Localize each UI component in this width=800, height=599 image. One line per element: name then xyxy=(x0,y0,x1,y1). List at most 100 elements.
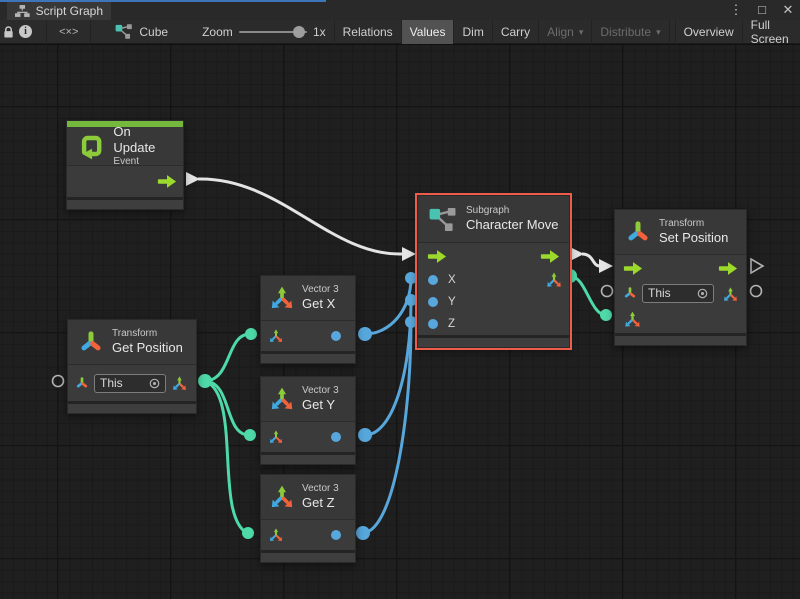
node-footer xyxy=(615,336,746,345)
vector3-output-port[interactable] xyxy=(545,271,563,289)
node-get-z[interactable]: Vector 3 Get Z xyxy=(260,474,356,563)
node-get-y[interactable]: Vector 3 Get Y xyxy=(260,376,356,465)
float-output-port[interactable] xyxy=(331,432,341,442)
node-character-move[interactable]: Subgraph Character Move X Y xyxy=(417,195,570,348)
lock-button[interactable] xyxy=(0,20,17,44)
port-get-x-wire-start[interactable] xyxy=(358,327,372,341)
wire-end xyxy=(600,309,612,321)
lock-icon xyxy=(3,26,14,38)
node-title: Get Position xyxy=(112,340,183,356)
wire-value-get-position-to-get-x[interactable] xyxy=(205,334,250,381)
object-picker-icon[interactable] xyxy=(697,288,708,299)
zoom-label: Zoom xyxy=(202,25,233,39)
node-footer xyxy=(261,455,355,464)
vector3-output-port[interactable] xyxy=(171,375,188,392)
title-bar: Script Graph ⋮ □ ✕ xyxy=(0,0,800,20)
overview-button[interactable]: Overview xyxy=(675,20,743,44)
wire-end xyxy=(245,328,257,340)
node-title: Get Z xyxy=(302,495,339,511)
wire-flow-character-move-to-set-position[interactable] xyxy=(570,247,613,273)
transform-icon xyxy=(78,329,104,355)
port-label: Y xyxy=(448,296,456,308)
vector3-icon xyxy=(269,484,295,510)
wire-value-get-z-to-character-move[interactable] xyxy=(363,322,411,533)
graph-target[interactable]: Cube xyxy=(115,24,168,39)
node-title: On Update xyxy=(113,124,173,157)
script-graph-icon xyxy=(15,5,30,17)
port-label: X xyxy=(448,274,456,286)
flow-output-port[interactable] xyxy=(157,175,177,188)
node-title: Character Move xyxy=(466,217,558,233)
wire-flow-on-update-to-character-move[interactable] xyxy=(186,172,416,261)
flow-input-port[interactable] xyxy=(427,250,447,263)
wire-end xyxy=(244,429,256,441)
object-picker-icon[interactable] xyxy=(149,378,160,389)
wire-end xyxy=(242,527,254,539)
code-view-button[interactable]: <×> xyxy=(46,20,91,44)
vector3-input-port[interactable] xyxy=(623,310,642,329)
flow-output-port[interactable] xyxy=(540,250,560,263)
vector3-input-port[interactable] xyxy=(268,328,284,344)
vector3-output-port[interactable] xyxy=(722,286,739,303)
wire-value-character-move-to-set-position[interactable] xyxy=(570,276,606,315)
node-subtitle: Vector 3 xyxy=(302,284,339,297)
wire-value-get-y-to-character-move[interactable] xyxy=(365,300,411,435)
dim-button[interactable]: Dim xyxy=(454,20,492,44)
zoom-slider-handle[interactable] xyxy=(293,26,305,38)
vector3-input-port[interactable] xyxy=(268,429,284,445)
node-get-position[interactable]: Transform Get Position This xyxy=(67,319,197,414)
field-value: This xyxy=(648,286,693,300)
port-get-position-self-unconnected[interactable] xyxy=(53,376,64,387)
node-get-x[interactable]: Vector 3 Get X xyxy=(260,275,356,364)
vector3-input-port[interactable] xyxy=(268,527,284,543)
zoom-slider[interactable] xyxy=(239,31,307,33)
port-set-position-flow-output[interactable] xyxy=(751,259,763,273)
flow-output-port[interactable] xyxy=(718,262,738,275)
flow-input-port[interactable] xyxy=(623,262,643,275)
chevron-down-icon: ▾ xyxy=(579,27,584,38)
input-port-x[interactable] xyxy=(428,275,438,285)
port-set-position-value-output[interactable] xyxy=(751,286,762,297)
node-footer xyxy=(68,404,196,413)
align-button[interactable]: Align▾ xyxy=(539,20,592,44)
distribute-button[interactable]: Distribute▾ xyxy=(592,20,669,44)
vector3-icon xyxy=(269,285,295,311)
input-port-z[interactable] xyxy=(428,319,438,329)
graph-pointer-icon xyxy=(115,24,133,39)
input-port-y[interactable] xyxy=(428,297,438,307)
node-subtitle: Transform xyxy=(659,218,728,231)
tab-script-graph[interactable]: Script Graph xyxy=(7,2,111,20)
node-subtitle: Vector 3 xyxy=(302,483,339,496)
on-update-event-icon xyxy=(77,131,105,161)
transform-input-port[interactable] xyxy=(75,376,89,390)
port-get-z-wire-start[interactable] xyxy=(356,526,370,540)
node-set-position[interactable]: Transform Set Position xyxy=(614,209,747,346)
node-title: Get X xyxy=(302,296,339,312)
wire-value-get-position-to-get-y[interactable] xyxy=(205,381,249,435)
code-icon: <×> xyxy=(59,26,78,38)
port-set-position-self-unconnected[interactable] xyxy=(602,286,613,297)
info-button[interactable]: i xyxy=(17,20,34,44)
wire-end xyxy=(405,272,417,284)
transform-input-port[interactable] xyxy=(623,286,637,300)
port-get-position-output[interactable] xyxy=(198,374,212,388)
tab-title: Script Graph xyxy=(36,4,103,18)
node-footer xyxy=(261,553,355,562)
window-menu-button[interactable]: ⋮ xyxy=(728,0,744,20)
fullscreen-button[interactable]: Full Screen xyxy=(743,20,800,44)
float-output-port[interactable] xyxy=(331,530,341,540)
relations-button[interactable]: Relations xyxy=(334,20,402,44)
zoom-value: 1x xyxy=(313,25,326,39)
wire-value-get-x-to-character-move[interactable] xyxy=(365,278,411,334)
float-output-port[interactable] xyxy=(331,331,341,341)
port-get-y-wire-start[interactable] xyxy=(358,428,372,442)
node-on-update[interactable]: On Update Event xyxy=(66,120,184,210)
self-target-field[interactable]: This xyxy=(94,374,166,393)
chevron-down-icon: ▾ xyxy=(656,27,661,38)
graph-canvas[interactable]: On Update Event Subgraph xyxy=(0,45,800,599)
node-subtitle: Vector 3 xyxy=(302,385,339,398)
self-target-field[interactable]: This xyxy=(642,284,714,303)
carry-button[interactable]: Carry xyxy=(493,20,539,44)
info-icon: i xyxy=(19,25,32,38)
values-button[interactable]: Values xyxy=(402,20,455,44)
